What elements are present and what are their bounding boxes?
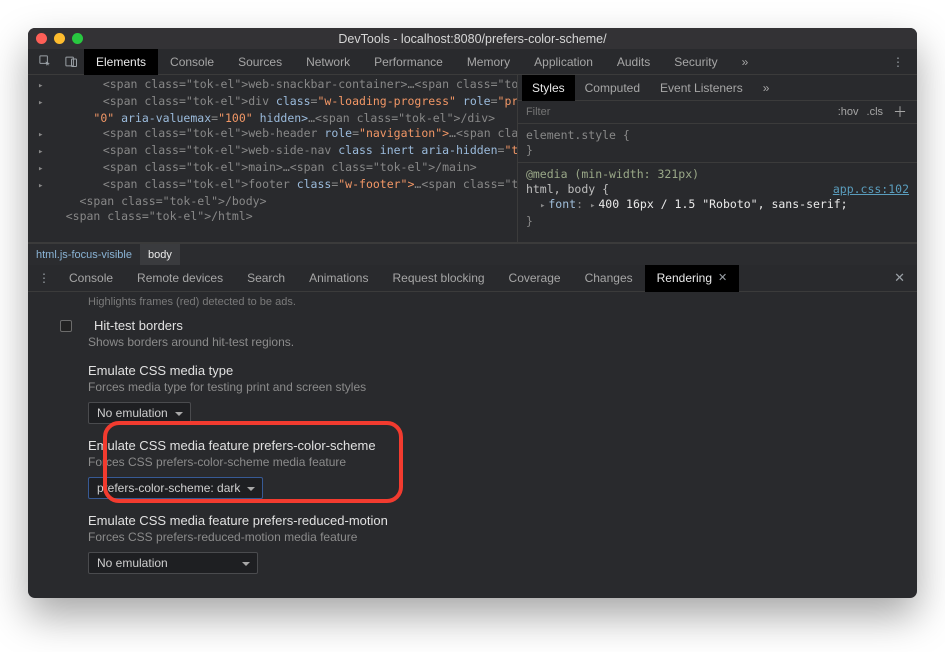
drawer-tab-animations[interactable]: Animations [297, 265, 380, 292]
drawer-tab-request-blocking[interactable]: Request blocking [380, 265, 496, 292]
drawer: ⋮ Console Remote devices Search Animatio… [28, 265, 917, 598]
drawer-close-icon[interactable]: ✕ [886, 270, 913, 286]
prefers-color-scheme-select[interactable]: prefers-color-scheme: dark [88, 477, 263, 499]
close-tab-icon[interactable]: ✕ [718, 265, 727, 292]
drawer-tab-coverage[interactable]: Coverage [497, 265, 573, 292]
brace-close: } [526, 143, 533, 157]
styles-panel: Styles Computed Event Listeners » :hov .… [517, 75, 917, 242]
css-prop-value[interactable]: 400 16px / 1.5 "Roboto", sans-serif; [598, 197, 847, 211]
tab-network[interactable]: Network [294, 49, 362, 75]
hov-toggle[interactable]: :hov [838, 106, 859, 118]
css-prop-name[interactable]: font [548, 197, 576, 211]
tab-application[interactable]: Application [522, 49, 605, 75]
drawer-more-icon[interactable]: ⋮ [32, 271, 57, 285]
select-value: prefers-color-scheme: dark [97, 481, 240, 495]
styles-rules[interactable]: element.style { } @media (min-width: 321… [518, 124, 917, 233]
tab-memory[interactable]: Memory [455, 49, 522, 75]
styles-tab-event-listeners[interactable]: Event Listeners [650, 75, 753, 101]
element-style-open: element.style { [526, 128, 630, 142]
devtools-window: DevTools - localhost:8080/prefers-color-… [28, 28, 917, 598]
rendering-panel: Highlights frames (red) detected to be a… [28, 292, 917, 598]
section-desc: Forces media type for testing print and … [88, 380, 899, 394]
tab-elements[interactable]: Elements [84, 49, 158, 75]
media-query-text: @media (min-width: 321px) [526, 167, 699, 181]
tabs-overflow-icon[interactable]: » [730, 49, 761, 75]
dom-tree-line[interactable]: <span class="tok-el">web-header role="na… [38, 126, 513, 143]
dom-tree-line[interactable]: "0" aria-valuemax="100" hidden>…<span cl… [38, 111, 513, 126]
section-title: Emulate CSS media feature prefers-color-… [88, 438, 376, 453]
styles-filter-bar: :hov .cls ＋ [518, 101, 917, 124]
tab-security[interactable]: Security [662, 49, 729, 75]
section-desc: Shows borders around hit-test regions. [88, 335, 899, 349]
dom-tree-line[interactable]: <span class="tok-el">web-side-nav class … [38, 143, 513, 160]
more-options-icon[interactable]: ⋮ [884, 55, 913, 69]
rule-selector: html, body { [526, 182, 609, 196]
drawer-tabstrip: ⋮ Console Remote devices Search Animatio… [28, 265, 917, 292]
styles-tab-computed[interactable]: Computed [575, 75, 650, 101]
dom-tree-line[interactable]: <span class="tok-el">main>…<span class="… [38, 160, 513, 177]
dom-tree-line[interactable]: <span class="tok-el">/body> [38, 194, 513, 209]
select-value: No emulation [97, 556, 168, 570]
prefers-reduced-motion-select[interactable]: No emulation [88, 552, 258, 574]
hit-test-checkbox[interactable] [60, 320, 72, 332]
dom-tree[interactable]: <span class="tok-el">web-snackbar-contai… [28, 75, 517, 242]
section-prefers-reduced-motion: Emulate CSS media feature prefers-reduce… [88, 513, 899, 574]
window-titlebar: DevTools - localhost:8080/prefers-color-… [28, 28, 917, 49]
drawer-tab-changes[interactable]: Changes [573, 265, 645, 292]
tab-sources[interactable]: Sources [226, 49, 294, 75]
section-title: Hit-test borders [94, 318, 183, 333]
section-desc: Forces CSS prefers-reduced-motion media … [88, 530, 899, 544]
tab-console[interactable]: Console [158, 49, 226, 75]
breadcrumb: html.js-focus-visible body [28, 243, 917, 265]
section-title: Emulate CSS media type [88, 363, 233, 378]
device-toolbar-icon[interactable] [58, 49, 84, 75]
inspect-element-icon[interactable] [32, 49, 58, 75]
dom-tree-line[interactable]: <span class="tok-el">web-snackbar-contai… [38, 77, 513, 94]
section-title: Emulate CSS media feature prefers-reduce… [88, 513, 388, 528]
section-desc: Forces CSS prefers-color-scheme media fe… [88, 455, 899, 469]
media-type-select[interactable]: No emulation [88, 402, 191, 424]
drawer-tab-label: Rendering [657, 265, 712, 292]
styles-tab-styles[interactable]: Styles [522, 75, 575, 101]
dom-tree-line[interactable]: <span class="tok-el">/html> [38, 209, 513, 224]
section-hit-test-borders: Hit-test borders Shows borders around hi… [88, 318, 899, 349]
tab-performance[interactable]: Performance [362, 49, 455, 75]
drawer-tab-search[interactable]: Search [235, 265, 297, 292]
styles-tabs-overflow-icon[interactable]: » [753, 75, 780, 101]
cls-toggle[interactable]: .cls [867, 106, 884, 118]
rule-source-link[interactable]: app.css:102 [833, 182, 909, 197]
drawer-tab-console[interactable]: Console [57, 265, 125, 292]
dom-tree-line[interactable]: <span class="tok-el">footer class="w-foo… [38, 177, 513, 194]
section-prefers-color-scheme: Emulate CSS media feature prefers-color-… [88, 438, 899, 499]
styles-filter-input[interactable] [526, 106, 830, 118]
drawer-tab-remote-devices[interactable]: Remote devices [125, 265, 235, 292]
styles-tabstrip: Styles Computed Event Listeners » [518, 75, 917, 101]
section-media-type: Emulate CSS media type Forces media type… [88, 363, 899, 424]
drawer-tab-rendering[interactable]: Rendering ✕ [645, 265, 740, 292]
new-style-rule-icon[interactable]: ＋ [891, 102, 909, 122]
breadcrumb-item[interactable]: body [140, 244, 180, 266]
dom-tree-line[interactable]: <span class="tok-el">div class="w-loadin… [38, 94, 513, 111]
main-tabstrip: Elements Console Sources Network Perform… [28, 49, 917, 75]
elements-split-pane: <span class="tok-el">web-snackbar-contai… [28, 75, 917, 243]
breadcrumb-item[interactable]: html.js-focus-visible [28, 244, 140, 266]
select-value: No emulation [97, 406, 168, 420]
truncated-section-desc: Highlights frames (red) detected to be a… [88, 296, 899, 308]
tab-audits[interactable]: Audits [605, 49, 662, 75]
window-title: DevTools - localhost:8080/prefers-color-… [28, 32, 917, 46]
